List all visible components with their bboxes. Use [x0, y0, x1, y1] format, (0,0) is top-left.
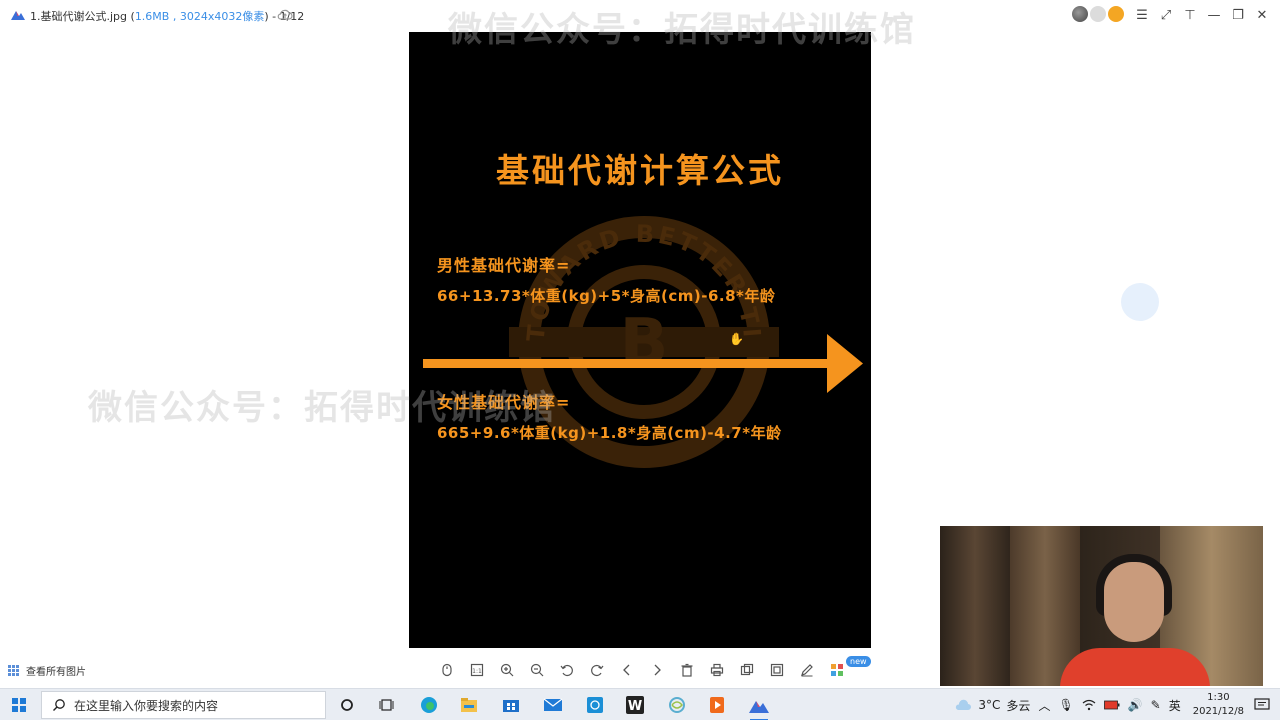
view-all-images-button[interactable]: 查看所有图片	[8, 663, 86, 678]
search-placeholder: 在这里输入你要搜索的内容	[74, 698, 219, 713]
file-explorer-icon[interactable]	[458, 694, 480, 716]
rotate-left-icon[interactable]	[556, 659, 578, 681]
pin-icon[interactable]: ⊤	[1178, 0, 1202, 30]
weather-desc: 多云	[1006, 698, 1031, 713]
hand-cursor-icon: ✋	[729, 332, 744, 346]
title-separator: ,	[169, 10, 180, 23]
wifi-icon[interactable]	[1082, 699, 1096, 711]
viewer-toolbar: 1:1	[436, 659, 848, 681]
clock-date: 2021/12/8	[1192, 706, 1244, 717]
presenter-shirt	[1060, 648, 1210, 686]
orange-arrow	[423, 334, 863, 393]
view-all-label: 查看所有图片	[26, 667, 86, 678]
window-controls: ☰ ⤢ ⊤ — ❐ ✕	[1130, 0, 1280, 30]
maximize-button[interactable]: ❐	[1226, 0, 1250, 30]
cloud-upload-icon[interactable]	[277, 8, 293, 22]
task-view-icon[interactable]	[376, 694, 398, 716]
media-player-icon[interactable]	[706, 694, 728, 716]
photo-viewer-taskbar-icon[interactable]	[748, 694, 770, 720]
windows-start-icon[interactable]	[12, 698, 26, 712]
zoom-in-icon[interactable]	[496, 659, 518, 681]
edge-browser-icon[interactable]	[418, 694, 440, 716]
volume-icon[interactable]: 🔊	[1128, 698, 1143, 712]
actual-size-icon[interactable]: 1:1	[466, 659, 488, 681]
zoom-out-icon[interactable]	[526, 659, 548, 681]
pen-icon[interactable]: ✎	[1151, 698, 1161, 712]
male-bmr-label: 男性基础代谢率=	[437, 256, 571, 275]
microsoft-store-icon[interactable]	[500, 694, 522, 716]
user-avatar[interactable]	[1072, 6, 1088, 22]
mail-icon[interactable]	[542, 694, 564, 716]
female-bmr-formula: 665+9.6*体重(kg)+1.8*身高(cm)-4.7*年龄	[437, 424, 782, 442]
taskbar-search-box[interactable]: 在这里输入你要搜索的内容	[41, 691, 326, 719]
delete-icon[interactable]	[676, 659, 698, 681]
coin-icon[interactable]	[1108, 6, 1124, 22]
image-dimensions: 3024x4032像素	[179, 10, 265, 23]
edit-icon[interactable]	[796, 659, 818, 681]
male-bmr-formula: 66+13.73*体重(kg)+5*身高(cm)-6.8*年龄	[437, 287, 776, 305]
ime-indicator[interactable]: 英	[1169, 697, 1181, 714]
fullscreen-icon[interactable]: ⤢	[1154, 0, 1178, 30]
remote-app-icon[interactable]	[584, 694, 606, 716]
window-title: 1.基础代谢公式.jpg (1.6MB , 3024x4032像素) - 1/1…	[30, 8, 304, 24]
wps-office-icon[interactable]	[666, 694, 688, 716]
title-bar: 1.基础代谢公式.jpg (1.6MB , 3024x4032像素) - 1/1…	[0, 0, 1280, 30]
previous-icon[interactable]	[616, 659, 638, 681]
notification-icon[interactable]	[1254, 698, 1270, 712]
microphone-icon[interactable]: 🎙	[1058, 698, 1073, 712]
next-icon[interactable]	[646, 659, 668, 681]
grid-icon	[8, 664, 20, 677]
image-canvas[interactable]: TOWARD BETTER TIME B 基础代谢计算公式 男性基础代谢率= 6…	[409, 32, 871, 648]
female-bmr-label: 女性基础代谢率=	[437, 393, 571, 412]
vip-badge-icon[interactable]	[1090, 6, 1106, 22]
file-size: 1.6MB	[134, 10, 170, 23]
close-button[interactable]: ✕	[1250, 0, 1274, 30]
cortana-icon[interactable]	[336, 694, 358, 716]
menu-icon[interactable]: ☰	[1130, 0, 1154, 30]
print-icon[interactable]	[706, 659, 728, 681]
weather-widget[interactable]: 3°C 多云	[954, 697, 1030, 714]
clock-time: 1:30	[1207, 692, 1230, 703]
apps-icon[interactable]	[826, 659, 848, 681]
svg-text:W: W	[628, 699, 642, 714]
taskbar: 在这里输入你要搜索的内容 W 3°C 多云 ︿ 🎙 🔊 ✎ 英 1:30 202…	[0, 688, 1280, 720]
bookmark-icon[interactable]	[436, 659, 458, 681]
battery-icon[interactable]	[1103, 700, 1120, 710]
tray-chevron-up-icon[interactable]: ︿	[1038, 697, 1050, 714]
wps-writer-icon[interactable]: W	[624, 694, 646, 716]
account-avatars[interactable]	[1072, 6, 1124, 22]
rotate-right-icon[interactable]	[586, 659, 608, 681]
svg-text:1:1: 1:1	[472, 668, 482, 675]
webcam-overlay	[940, 526, 1263, 686]
image-title: 基础代谢计算公式	[496, 151, 784, 190]
search-icon	[53, 699, 65, 711]
floating-assist-button[interactable]	[1121, 283, 1159, 321]
taskbar-clock[interactable]: 1:30 2021/12/8	[1193, 691, 1244, 719]
copy-icon[interactable]	[736, 659, 758, 681]
title-filename: 1.基础代谢公式.jpg (	[30, 10, 135, 23]
cloud-weather-icon	[956, 699, 972, 710]
presenter-face	[1104, 562, 1164, 642]
minimize-button[interactable]: —	[1202, 0, 1226, 30]
weather-temp: 3°C	[978, 698, 1001, 712]
compare-icon[interactable]	[766, 659, 788, 681]
new-badge: new	[846, 656, 871, 667]
photo-viewer-app-icon	[11, 11, 25, 20]
system-tray: 3°C 多云 ︿ 🎙 🔊 ✎ 英 1:30 2021/12/8	[954, 689, 1280, 720]
